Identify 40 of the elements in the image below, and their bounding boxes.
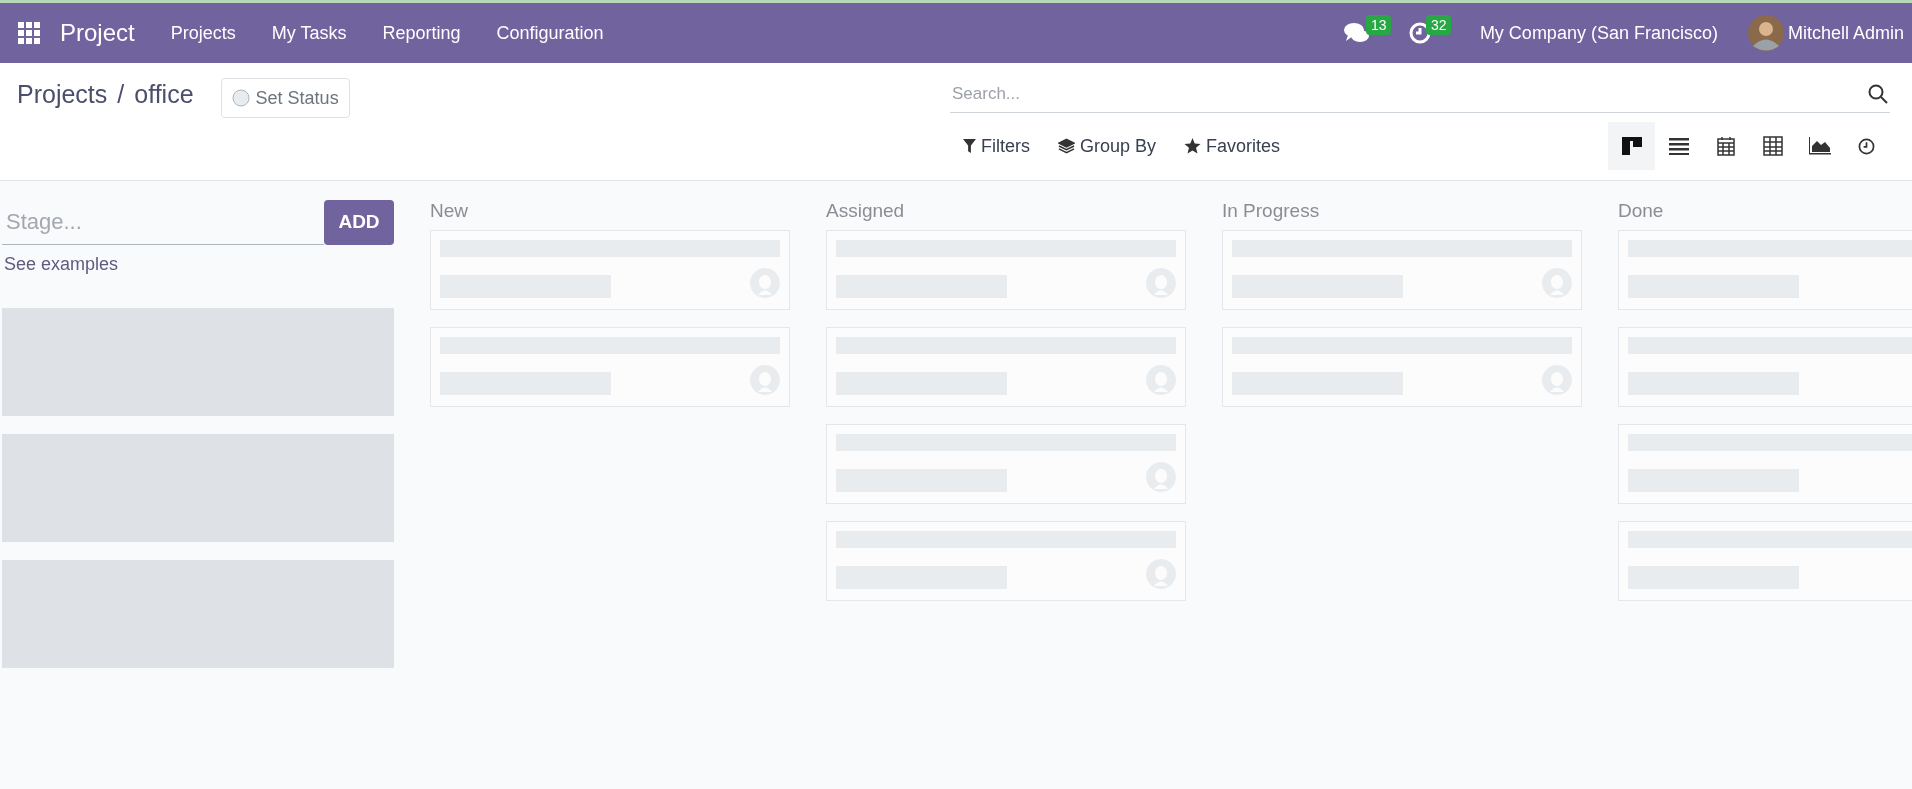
- search-icon[interactable]: [1868, 83, 1888, 104]
- search-option-button[interactable]: Favorites: [1184, 132, 1281, 160]
- filter-icon: [963, 138, 976, 154]
- clock-icon[interactable]: [1407, 21, 1432, 45]
- search-option-button[interactable]: Group By: [1058, 132, 1157, 160]
- menu-item[interactable]: Projects: [152, 19, 254, 47]
- app-name[interactable]: Project: [60, 15, 135, 51]
- company-switcher[interactable]: My Company (San Francisco): [1479, 19, 1718, 47]
- column-title: In Progress: [1222, 201, 1321, 221]
- status-circle-icon: [231, 89, 250, 107]
- apps-menu-icon[interactable]: [18, 22, 40, 44]
- activity-count-badge: 32: [1425, 15, 1452, 35]
- column-title: Assigned: [826, 201, 906, 221]
- breadcrumb-current: office: [134, 79, 194, 110]
- column-title: New: [430, 201, 469, 221]
- kanban-view-icon: [1621, 136, 1642, 156]
- table-view-icon: [1762, 136, 1783, 156]
- message-count-badge: 13: [1365, 15, 1392, 35]
- menu-item[interactable]: My Tasks: [253, 19, 365, 47]
- set-status-button[interactable]: Set Status: [220, 78, 350, 118]
- calendar-view-icon: [1716, 136, 1735, 156]
- user-avatar[interactable]: [1747, 15, 1784, 51]
- area-chart-icon: [1808, 137, 1831, 155]
- add-button[interactable]: ADD: [324, 200, 394, 245]
- clock-icon: [1858, 137, 1875, 155]
- user-menu[interactable]: Mitchell Admin: [1787, 19, 1904, 47]
- view-switch-button[interactable]: [1608, 122, 1655, 170]
- list-view-icon: [1668, 137, 1689, 155]
- chat-icon[interactable]: [1343, 22, 1370, 44]
- see-examples-link[interactable]: See examples: [4, 251, 394, 278]
- search-field[interactable]: Search...: [950, 75, 1868, 112]
- column-title: Done: [1618, 201, 1665, 221]
- breadcrumb-link[interactable]: Projects: [17, 76, 108, 114]
- breadcrumb-separator: /: [117, 79, 125, 110]
- star-icon: [1184, 138, 1202, 154]
- menu-item[interactable]: Reporting: [364, 19, 479, 47]
- search-option-button[interactable]: Filters: [963, 132, 1030, 160]
- layers-icon: [1058, 138, 1075, 154]
- menu-item[interactable]: Configuration: [478, 19, 622, 47]
- stage-name-field[interactable]: Stage...: [2, 201, 324, 243]
